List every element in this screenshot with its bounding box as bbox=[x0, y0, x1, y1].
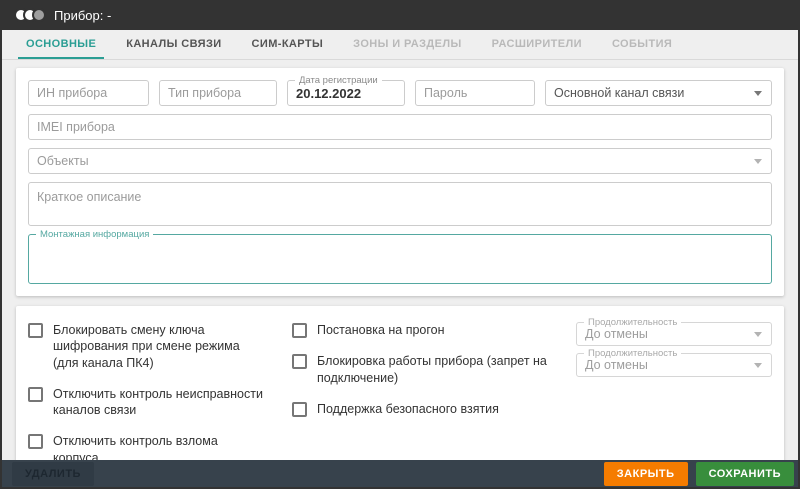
installation-info-label: Монтажная информация bbox=[36, 229, 153, 240]
registration-date-label: Дата регистрации bbox=[295, 75, 382, 86]
checkbox-test-run[interactable]: Постановка на прогон bbox=[292, 322, 550, 338]
tab-main[interactable]: ОСНОВНЫЕ bbox=[18, 30, 104, 59]
checkbox-icon[interactable] bbox=[28, 323, 43, 338]
footer-action-bar: УДАЛИТЬ ЗАКРЫТЬ СОХРАНИТЬ bbox=[2, 460, 798, 489]
options-column-right: Продолжительность До отмены Продолжитель… bbox=[576, 322, 772, 460]
tab-sim-cards[interactable]: СИМ-КАРТЫ bbox=[244, 30, 332, 59]
duration-select-1: Продолжительность До отмены bbox=[576, 322, 772, 346]
delete-button: УДАЛИТЬ bbox=[12, 462, 94, 486]
installation-info-field-wrap: Монтажная информация bbox=[28, 234, 772, 284]
save-button[interactable]: СОХРАНИТЬ bbox=[696, 462, 794, 486]
checkbox-safe-arming-support[interactable]: Поддержка безопасного взятия bbox=[292, 401, 550, 417]
installation-info-field[interactable] bbox=[29, 235, 771, 283]
app-logo-icon bbox=[14, 8, 46, 22]
checkbox-label: Постановка на прогон bbox=[317, 322, 445, 338]
checkbox-icon[interactable] bbox=[28, 387, 43, 402]
duration-value: До отмены bbox=[585, 327, 648, 341]
checkbox-label: Отключить контроль неисправности каналов… bbox=[53, 386, 266, 419]
tab-bar: ОСНОВНЫЕ КАНАЛЫ СВЯЗИ СИМ-КАРТЫ ЗОНЫ И Р… bbox=[2, 30, 798, 60]
checkbox-icon[interactable] bbox=[28, 434, 43, 449]
checkbox-icon[interactable] bbox=[292, 402, 307, 417]
main-content: Дата регистрации Основной канал связи Об… bbox=[2, 60, 798, 460]
registration-date-field-wrap: Дата регистрации bbox=[287, 80, 405, 106]
main-channel-value: Основной канал связи bbox=[554, 86, 684, 100]
chevron-down-icon bbox=[754, 159, 762, 164]
close-button[interactable]: ЗАКРЫТЬ bbox=[604, 462, 688, 486]
chevron-down-icon bbox=[754, 332, 762, 337]
duration-label: Продолжительность bbox=[584, 317, 681, 328]
window-title: Прибор: - bbox=[54, 8, 111, 23]
duration-value: До отмены bbox=[585, 358, 648, 372]
device-id-field[interactable] bbox=[28, 80, 149, 106]
main-channel-select[interactable]: Основной канал связи bbox=[545, 80, 772, 106]
device-type-field[interactable] bbox=[159, 80, 277, 106]
checkbox-disable-tamper-control[interactable]: Отключить контроль взлома корпуса bbox=[28, 433, 266, 460]
checkbox-label: Блокировка работы прибора (запрет на под… bbox=[317, 353, 550, 386]
objects-placeholder: Объекты bbox=[37, 154, 89, 168]
device-options-card: Блокировать смену ключа шифрования при с… bbox=[16, 306, 784, 460]
password-field[interactable] bbox=[415, 80, 535, 106]
device-dialog: Прибор: - ОСНОВНЫЕ КАНАЛЫ СВЯЗИ СИМ-КАРТ… bbox=[0, 0, 800, 489]
checkbox-label: Отключить контроль взлома корпуса bbox=[53, 433, 266, 460]
options-column-middle: Постановка на прогон Блокировка работы п… bbox=[292, 322, 550, 460]
checkbox-block-key-change[interactable]: Блокировать смену ключа шифрования при с… bbox=[28, 322, 266, 371]
chevron-down-icon bbox=[754, 363, 762, 368]
checkbox-block-device-operation[interactable]: Блокировка работы прибора (запрет на под… bbox=[292, 353, 550, 386]
tab-communication-channels[interactable]: КАНАЛЫ СВЯЗИ bbox=[118, 30, 229, 59]
logo-circle-icon bbox=[32, 8, 46, 22]
titlebar: Прибор: - bbox=[2, 0, 798, 30]
options-column-left: Блокировать смену ключа шифрования при с… bbox=[28, 322, 266, 460]
checkbox-icon[interactable] bbox=[292, 354, 307, 369]
tab-expanders: РАСШИРИТЕЛИ bbox=[484, 30, 590, 59]
tab-zones-sections: ЗОНЫ И РАЗДЕЛЫ bbox=[345, 30, 470, 59]
short-description-field[interactable] bbox=[28, 182, 772, 226]
checkbox-label: Блокировать смену ключа шифрования при с… bbox=[53, 322, 266, 371]
chevron-down-icon bbox=[754, 91, 762, 96]
device-form-card: Дата регистрации Основной канал связи Об… bbox=[16, 68, 784, 296]
objects-select[interactable]: Объекты bbox=[28, 148, 772, 174]
duration-label: Продолжительность bbox=[584, 348, 681, 359]
checkbox-icon[interactable] bbox=[292, 323, 307, 338]
checkbox-disable-channel-fault-control[interactable]: Отключить контроль неисправности каналов… bbox=[28, 386, 266, 419]
checkbox-label: Поддержка безопасного взятия bbox=[317, 401, 499, 417]
imei-field[interactable] bbox=[28, 114, 772, 140]
duration-select-2: Продолжительность До отмены bbox=[576, 353, 772, 377]
tab-events: СОБЫТИЯ bbox=[604, 30, 680, 59]
